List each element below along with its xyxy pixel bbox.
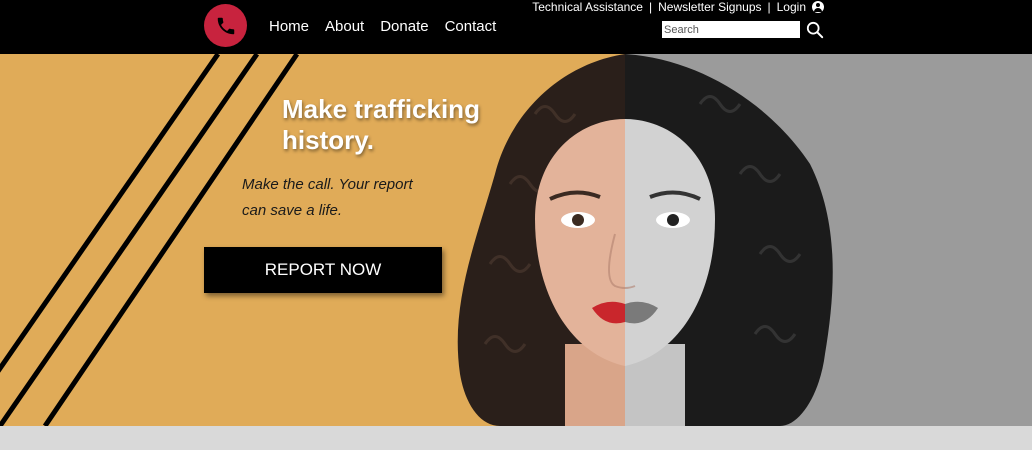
top-header: Technical Assistance | Newsletter Signup… — [0, 0, 1032, 54]
page-below-fold — [0, 426, 1032, 450]
diagonal-stripes — [0, 54, 300, 426]
split-portrait-image — [457, 54, 833, 426]
separator: | — [648, 0, 653, 14]
separator: | — [767, 0, 771, 14]
hero-headline: Make trafficking history. — [282, 94, 480, 156]
phone-icon — [217, 17, 234, 34]
nav-contact[interactable]: Contact — [445, 18, 497, 35]
subtext-line-1: Make the call. Your report — [242, 176, 413, 193]
search-input[interactable] — [662, 21, 800, 38]
login-link[interactable]: Login — [777, 0, 806, 14]
main-nav: Home About Donate Contact — [269, 18, 496, 35]
technical-assistance-link[interactable]: Technical Assistance — [532, 0, 643, 14]
nav-about[interactable]: About — [325, 18, 364, 35]
newsletter-signups-link[interactable]: Newsletter Signups — [658, 0, 761, 14]
user-icon[interactable] — [812, 1, 824, 13]
headline-line-1: Make trafficking — [282, 94, 480, 124]
hero-banner: Make trafficking history. Make the call.… — [0, 54, 1032, 426]
report-now-button[interactable]: REPORT NOW — [204, 247, 442, 293]
headline-line-2: history. — [282, 125, 374, 155]
hero-subtext: Make the call. Your report can save a li… — [242, 172, 442, 224]
subtext-line-2: can save a life. — [242, 202, 343, 219]
nav-donate[interactable]: Donate — [380, 18, 428, 35]
logo-phone-button[interactable] — [204, 4, 247, 47]
nav-home[interactable]: Home — [269, 18, 309, 35]
utility-nav: Technical Assistance | Newsletter Signup… — [532, 0, 824, 14]
search-icon[interactable] — [806, 21, 824, 39]
